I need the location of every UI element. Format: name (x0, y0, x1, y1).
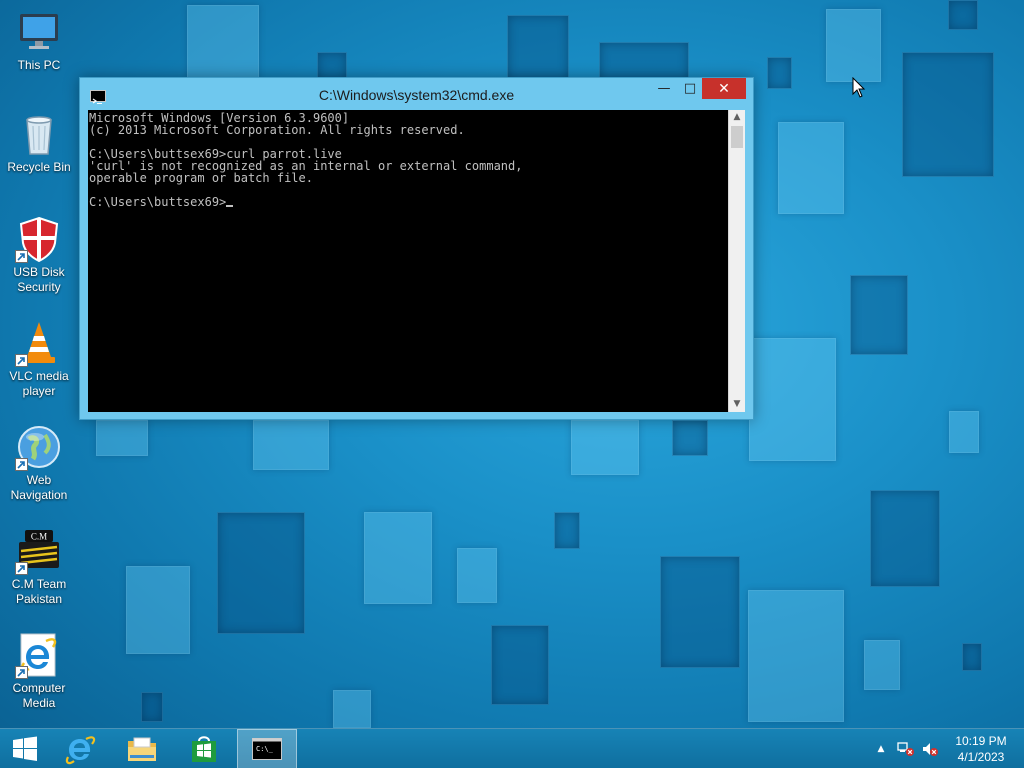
taskbar-cmd-active[interactable]: C:\_ (237, 729, 297, 768)
taskbar-file-explorer[interactable] (112, 729, 172, 768)
shortcut-arrow-icon (15, 250, 28, 263)
desktop-icon-label: Pakistan (15, 592, 63, 606)
shortcut-arrow-icon (15, 562, 28, 575)
store-icon (192, 736, 216, 762)
desktop-icon-label: C.M Team (11, 577, 67, 591)
console-output[interactable]: Microsoft Windows [Version 6.3.9600] (c)… (88, 110, 728, 412)
text-cursor (226, 205, 234, 207)
scroll-down-arrow-icon[interactable]: ▼ (729, 397, 745, 412)
system-clock[interactable]: 10:19 PM 4/1/2023 (946, 733, 1016, 765)
desktop-icon-vlc[interactable]: VLC media player (0, 319, 78, 399)
cm-logo-text: C.M (31, 532, 47, 542)
vertical-scrollbar[interactable]: ▲ ▼ (728, 110, 745, 412)
desktop-icon-label: Computer (12, 681, 66, 695)
desktop-icon-label: player (22, 384, 56, 398)
scrollbar-thumb[interactable] (731, 126, 743, 148)
cm-team-logo-icon: C.M (15, 527, 63, 575)
shortcut-arrow-icon (15, 666, 28, 679)
desktop-icon-label: USB Disk (13, 265, 65, 279)
mouse-pointer-icon (852, 76, 866, 99)
windows-start-icon (13, 736, 37, 761)
desktop-icon-label: This PC (17, 58, 61, 72)
desktop-icon-label: Recycle Bin (7, 160, 71, 174)
desktop-icon-label: Security (17, 280, 61, 294)
network-error-icon[interactable] (895, 729, 917, 768)
desktop-icon-label: Navigation (10, 488, 68, 502)
vlc-cone-icon (15, 319, 63, 367)
cmd-icon-text: C:\_ (256, 745, 274, 753)
cmd-icon: C:\_ (252, 738, 282, 760)
desktop-icon-cm-team-pakistan[interactable]: C.M C.M Team Pakistan (0, 527, 78, 607)
desktop-icon-usb-disk-security[interactable]: USB Disk Security (0, 215, 78, 295)
cmd-window[interactable]: C:\Windows\system32\cmd.exe — □ ✕ Micros… (79, 77, 754, 420)
desktop-icon-label: Web (26, 473, 52, 487)
globe-icon (15, 423, 63, 471)
desktop-icon-this-pc[interactable]: This PC (0, 8, 78, 73)
desktop-icon-recycle-bin[interactable]: Recycle Bin (0, 110, 78, 175)
desktop-icon-label: VLC media (9, 369, 69, 383)
internet-explorer-icon (15, 631, 63, 679)
shield-icon (15, 215, 63, 263)
shortcut-arrow-icon (15, 458, 28, 471)
show-hidden-icons-button[interactable]: ▲ (872, 729, 890, 768)
taskbar: C:\_ ▲ 10:19 PM 4/1/2023 (0, 728, 1024, 768)
volume-muted-icon[interactable] (919, 729, 941, 768)
console-prompt: C:\Users\buttsex69> (89, 195, 227, 209)
close-button[interactable]: ✕ (702, 78, 746, 99)
taskbar-internet-explorer[interactable] (50, 729, 110, 768)
clock-date: 4/1/2023 (957, 750, 1005, 764)
taskbar-store[interactable] (174, 729, 234, 768)
console-line: (c) 2013 Microsoft Corporation. All righ… (89, 123, 465, 137)
clock-time: 10:19 PM (955, 734, 1007, 748)
start-button[interactable] (0, 729, 50, 768)
file-explorer-icon (128, 737, 156, 761)
scroll-up-arrow-icon[interactable]: ▲ (729, 110, 745, 125)
console-line: operable program or batch file. (89, 171, 313, 185)
recycle-bin-icon (15, 110, 63, 158)
computer-icon (15, 8, 63, 56)
minimize-button[interactable]: — (651, 78, 677, 99)
shortcut-arrow-icon (15, 354, 28, 367)
window-titlebar[interactable]: C:\Windows\system32\cmd.exe — □ ✕ (80, 78, 753, 110)
maximize-button[interactable]: □ (677, 78, 703, 99)
desktop-icon-web-navigation[interactable]: Web Navigation (0, 423, 78, 503)
internet-explorer-icon (65, 736, 96, 765)
desktop-icon-computer-media[interactable]: Computer Media (0, 631, 78, 711)
desktop-icon-label: Media (22, 696, 56, 710)
